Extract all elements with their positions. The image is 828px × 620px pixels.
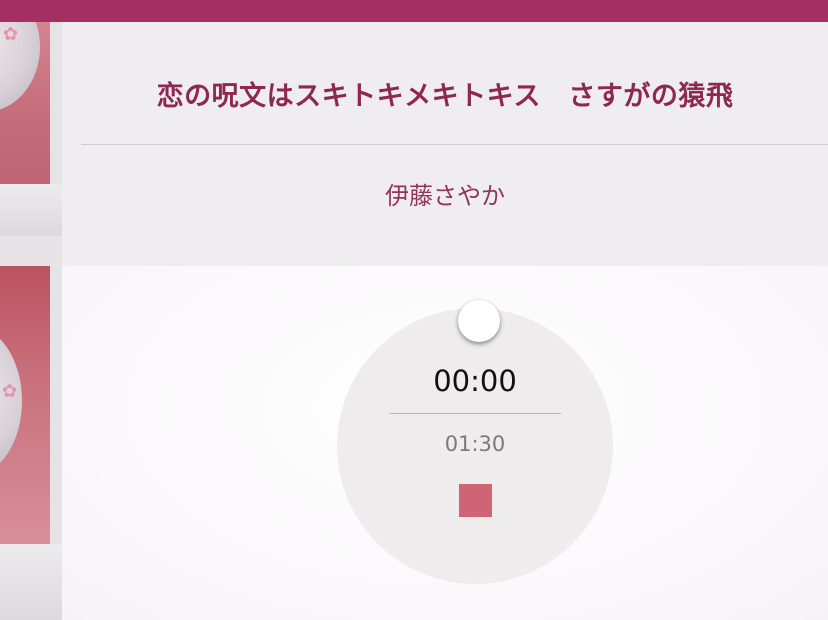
flower-icon: ✿ bbox=[3, 24, 19, 45]
list-row-separator bbox=[0, 544, 62, 620]
song-list-sidebar: ✿ ✿ bbox=[0, 22, 63, 620]
album-art-thumbnail[interactable]: ✿ bbox=[0, 22, 50, 184]
list-row-separator bbox=[0, 184, 62, 236]
current-time: 00:00 bbox=[433, 364, 517, 398]
stop-button[interactable] bbox=[459, 484, 492, 517]
progress-knob[interactable] bbox=[458, 300, 500, 342]
flower-icon: ✿ bbox=[2, 381, 18, 402]
player-panel: 00:00 01:30 bbox=[62, 266, 828, 620]
time-divider bbox=[389, 413, 561, 414]
album-art-thumbnail[interactable]: ✿ bbox=[0, 266, 50, 544]
artist-name: 伊藤さやか bbox=[385, 182, 505, 210]
total-time: 01:30 bbox=[444, 432, 506, 456]
song-title: 恋の呪文はスキトキメキトキス さすがの猿飛 bbox=[156, 81, 734, 112]
header-divider bbox=[81, 144, 828, 145]
song-info-header: 恋の呪文はスキトキメキトキス さすがの猿飛 伊藤さやか bbox=[62, 22, 828, 266]
top-bar bbox=[0, 0, 828, 22]
